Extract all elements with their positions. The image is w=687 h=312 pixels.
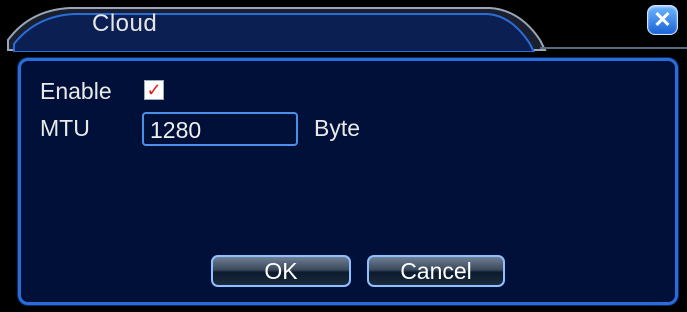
- cloud-dialog: Cloud ✕ Enable ✓ MTU 1280 Byte OK Cancel: [0, 0, 687, 312]
- mtu-label: MTU: [40, 115, 90, 141]
- ok-button[interactable]: OK: [211, 255, 351, 287]
- enable-checkbox[interactable]: ✓: [144, 80, 164, 100]
- close-icon: ✕: [653, 7, 672, 32]
- window-title: Cloud: [92, 10, 158, 37]
- checkmark-icon: ✓: [146, 80, 162, 100]
- cancel-button[interactable]: Cancel: [367, 255, 505, 287]
- mtu-unit-label: Byte: [314, 115, 361, 141]
- ok-button-label: OK: [264, 257, 298, 284]
- cancel-button-label: Cancel: [400, 257, 472, 284]
- mtu-input[interactable]: 1280: [142, 112, 298, 146]
- close-button[interactable]: ✕: [647, 5, 678, 35]
- enable-label: Enable: [40, 78, 112, 104]
